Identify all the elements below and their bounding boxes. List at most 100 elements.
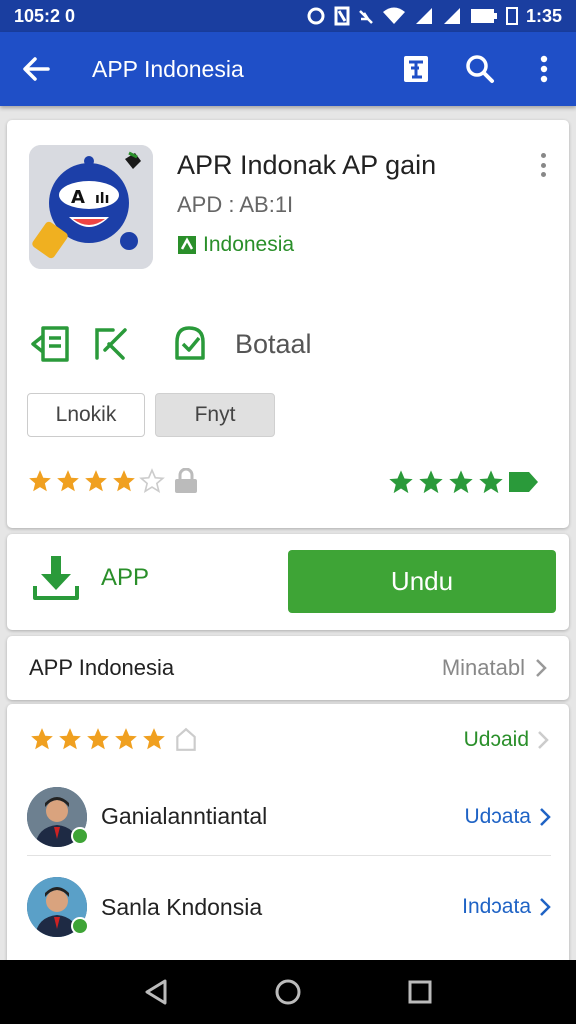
notification-icon: [334, 6, 350, 26]
system-nav-bar: [0, 960, 576, 1024]
star-full-icon: [143, 728, 165, 750]
robot-mascot-icon: A ılı: [29, 145, 153, 269]
chevron-right-icon: [536, 659, 547, 677]
mute-icon: [359, 10, 373, 24]
svg-text:A: A: [71, 187, 85, 208]
status-time-right: 1:35: [525, 5, 562, 26]
review-row[interactable]: Sanla Kndonsia Indɔata: [27, 868, 551, 946]
nav-back-button[interactable]: [131, 967, 181, 1017]
app-details-card: A ılı APR Indonak AP gain APD : AB:1I In…: [7, 120, 569, 528]
star-full-icon: [31, 728, 53, 750]
reviews-header-label: Udɔaid: [463, 728, 529, 751]
star-full-icon: [57, 470, 79, 492]
install-button[interactable]: Undu: [288, 550, 556, 613]
review-row[interactable]: Ganialanntiantal Udɔata: [27, 778, 551, 856]
star-green-icon: [389, 470, 413, 494]
reviews-header-link[interactable]: Udɔaid: [464, 728, 549, 752]
app-bar: APP Indonesia: [0, 32, 576, 106]
tag-arrow-icon: [509, 472, 538, 492]
chevron-right-icon: [540, 898, 551, 916]
reviews-card: Udɔaid Ganialanntiantal Udɔata Sanla Knd…: [7, 704, 569, 966]
developer-name: Indonesia: [203, 233, 295, 256]
battery-icon: [470, 9, 497, 23]
info-row[interactable]: APP Indonesia Minatabl: [7, 636, 569, 700]
star-full-icon: [59, 728, 81, 750]
avatar: [27, 877, 89, 937]
chevron-right-icon: [538, 731, 549, 749]
reviews-stars: [29, 726, 199, 752]
star-full-icon: [85, 470, 107, 492]
install-app-label: APP: [101, 564, 150, 591]
circle-home-icon: [275, 979, 301, 1005]
lock-icon: [175, 468, 197, 493]
install-info: APP: [31, 554, 149, 602]
reviewer-action-link[interactable]: Udɔata: [464, 805, 551, 829]
developer-link[interactable]: Indonesia: [177, 233, 294, 257]
status-icons: 1:35: [306, 6, 562, 27]
app-logo: A ılı: [29, 145, 153, 269]
star-full-icon: [87, 728, 109, 750]
search-icon: [466, 55, 494, 83]
alarm-icon: [307, 7, 325, 25]
reviewer-name: Sanla Kndonsia: [101, 893, 263, 920]
install-card: APP Undu: [7, 534, 569, 630]
reviewer-name: Ganialanntiantal: [101, 803, 268, 829]
rating-stars: [27, 468, 201, 494]
online-badge: [71, 917, 89, 935]
battery-2-icon: [505, 7, 518, 25]
green-rating-stars: [387, 468, 539, 496]
info-more-link[interactable]: Minatabl: [442, 655, 547, 681]
arrow-back-icon: [23, 57, 50, 81]
overflow-menu-button[interactable]: [512, 32, 576, 106]
triangle-back-icon: [145, 979, 167, 1005]
svg-text:ılı: ılı: [95, 191, 109, 207]
page-title: APP Indonesia: [92, 55, 244, 82]
feature-row: Botaal: [27, 320, 312, 368]
chevron-right-icon: [540, 807, 551, 826]
star-green-icon: [419, 470, 443, 494]
edit-feature-icon: [87, 320, 135, 368]
tag-chip-2[interactable]: Fnyt: [155, 393, 275, 437]
app-name: APR Indonak AP gain: [177, 150, 437, 180]
share-feature-icon: [165, 320, 213, 368]
nav-home-button[interactable]: [263, 967, 313, 1017]
square-recents-icon: [408, 980, 432, 1004]
rating-row: [27, 462, 547, 502]
status-bar: 105:2 0 1:35: [0, 0, 576, 32]
back-button[interactable]: [0, 32, 72, 106]
developer-badge-icon: [178, 236, 196, 254]
tag-chip-1[interactable]: Lnokik: [27, 393, 145, 437]
dot-icon: [540, 153, 546, 158]
online-badge: [71, 826, 89, 845]
star-empty-icon: [139, 468, 165, 494]
document-feature-icon: [27, 320, 75, 368]
search-button[interactable]: [448, 32, 512, 106]
card-overflow-button[interactable]: [531, 150, 555, 180]
star-full-icon: [29, 470, 51, 492]
info-title: APP Indonesia: [29, 655, 175, 680]
more-vert-icon: [540, 55, 548, 83]
app-subtitle: APD : AB:1I: [177, 192, 294, 217]
star-full-icon: [115, 728, 137, 750]
reviews-header: Udɔaid: [29, 724, 549, 760]
wifi-icon: [382, 7, 405, 24]
signal-2-icon: [443, 8, 460, 24]
avatar: [27, 786, 89, 847]
star-green-icon: [479, 470, 503, 494]
dot-icon: [540, 172, 546, 177]
download-icon: [33, 556, 79, 600]
star-full-icon: [113, 470, 135, 492]
info-more-label: Minatabl: [441, 655, 525, 680]
nav-recents-button[interactable]: [395, 967, 445, 1017]
feature-label: Botaal: [235, 328, 312, 359]
reviewer-action-label: Udɔata: [464, 804, 531, 828]
reviewer-action-label: Indɔata: [462, 895, 531, 918]
library-icon: [404, 56, 428, 82]
status-time-left: 105:2 0: [14, 5, 76, 26]
reviewer-action-link[interactable]: Indɔata: [462, 895, 551, 919]
library-button[interactable]: [384, 32, 448, 106]
star-green-icon: [449, 470, 473, 494]
home-outline-icon: [176, 727, 196, 751]
signal-icon: [415, 8, 432, 24]
dot-icon: [540, 162, 546, 168]
